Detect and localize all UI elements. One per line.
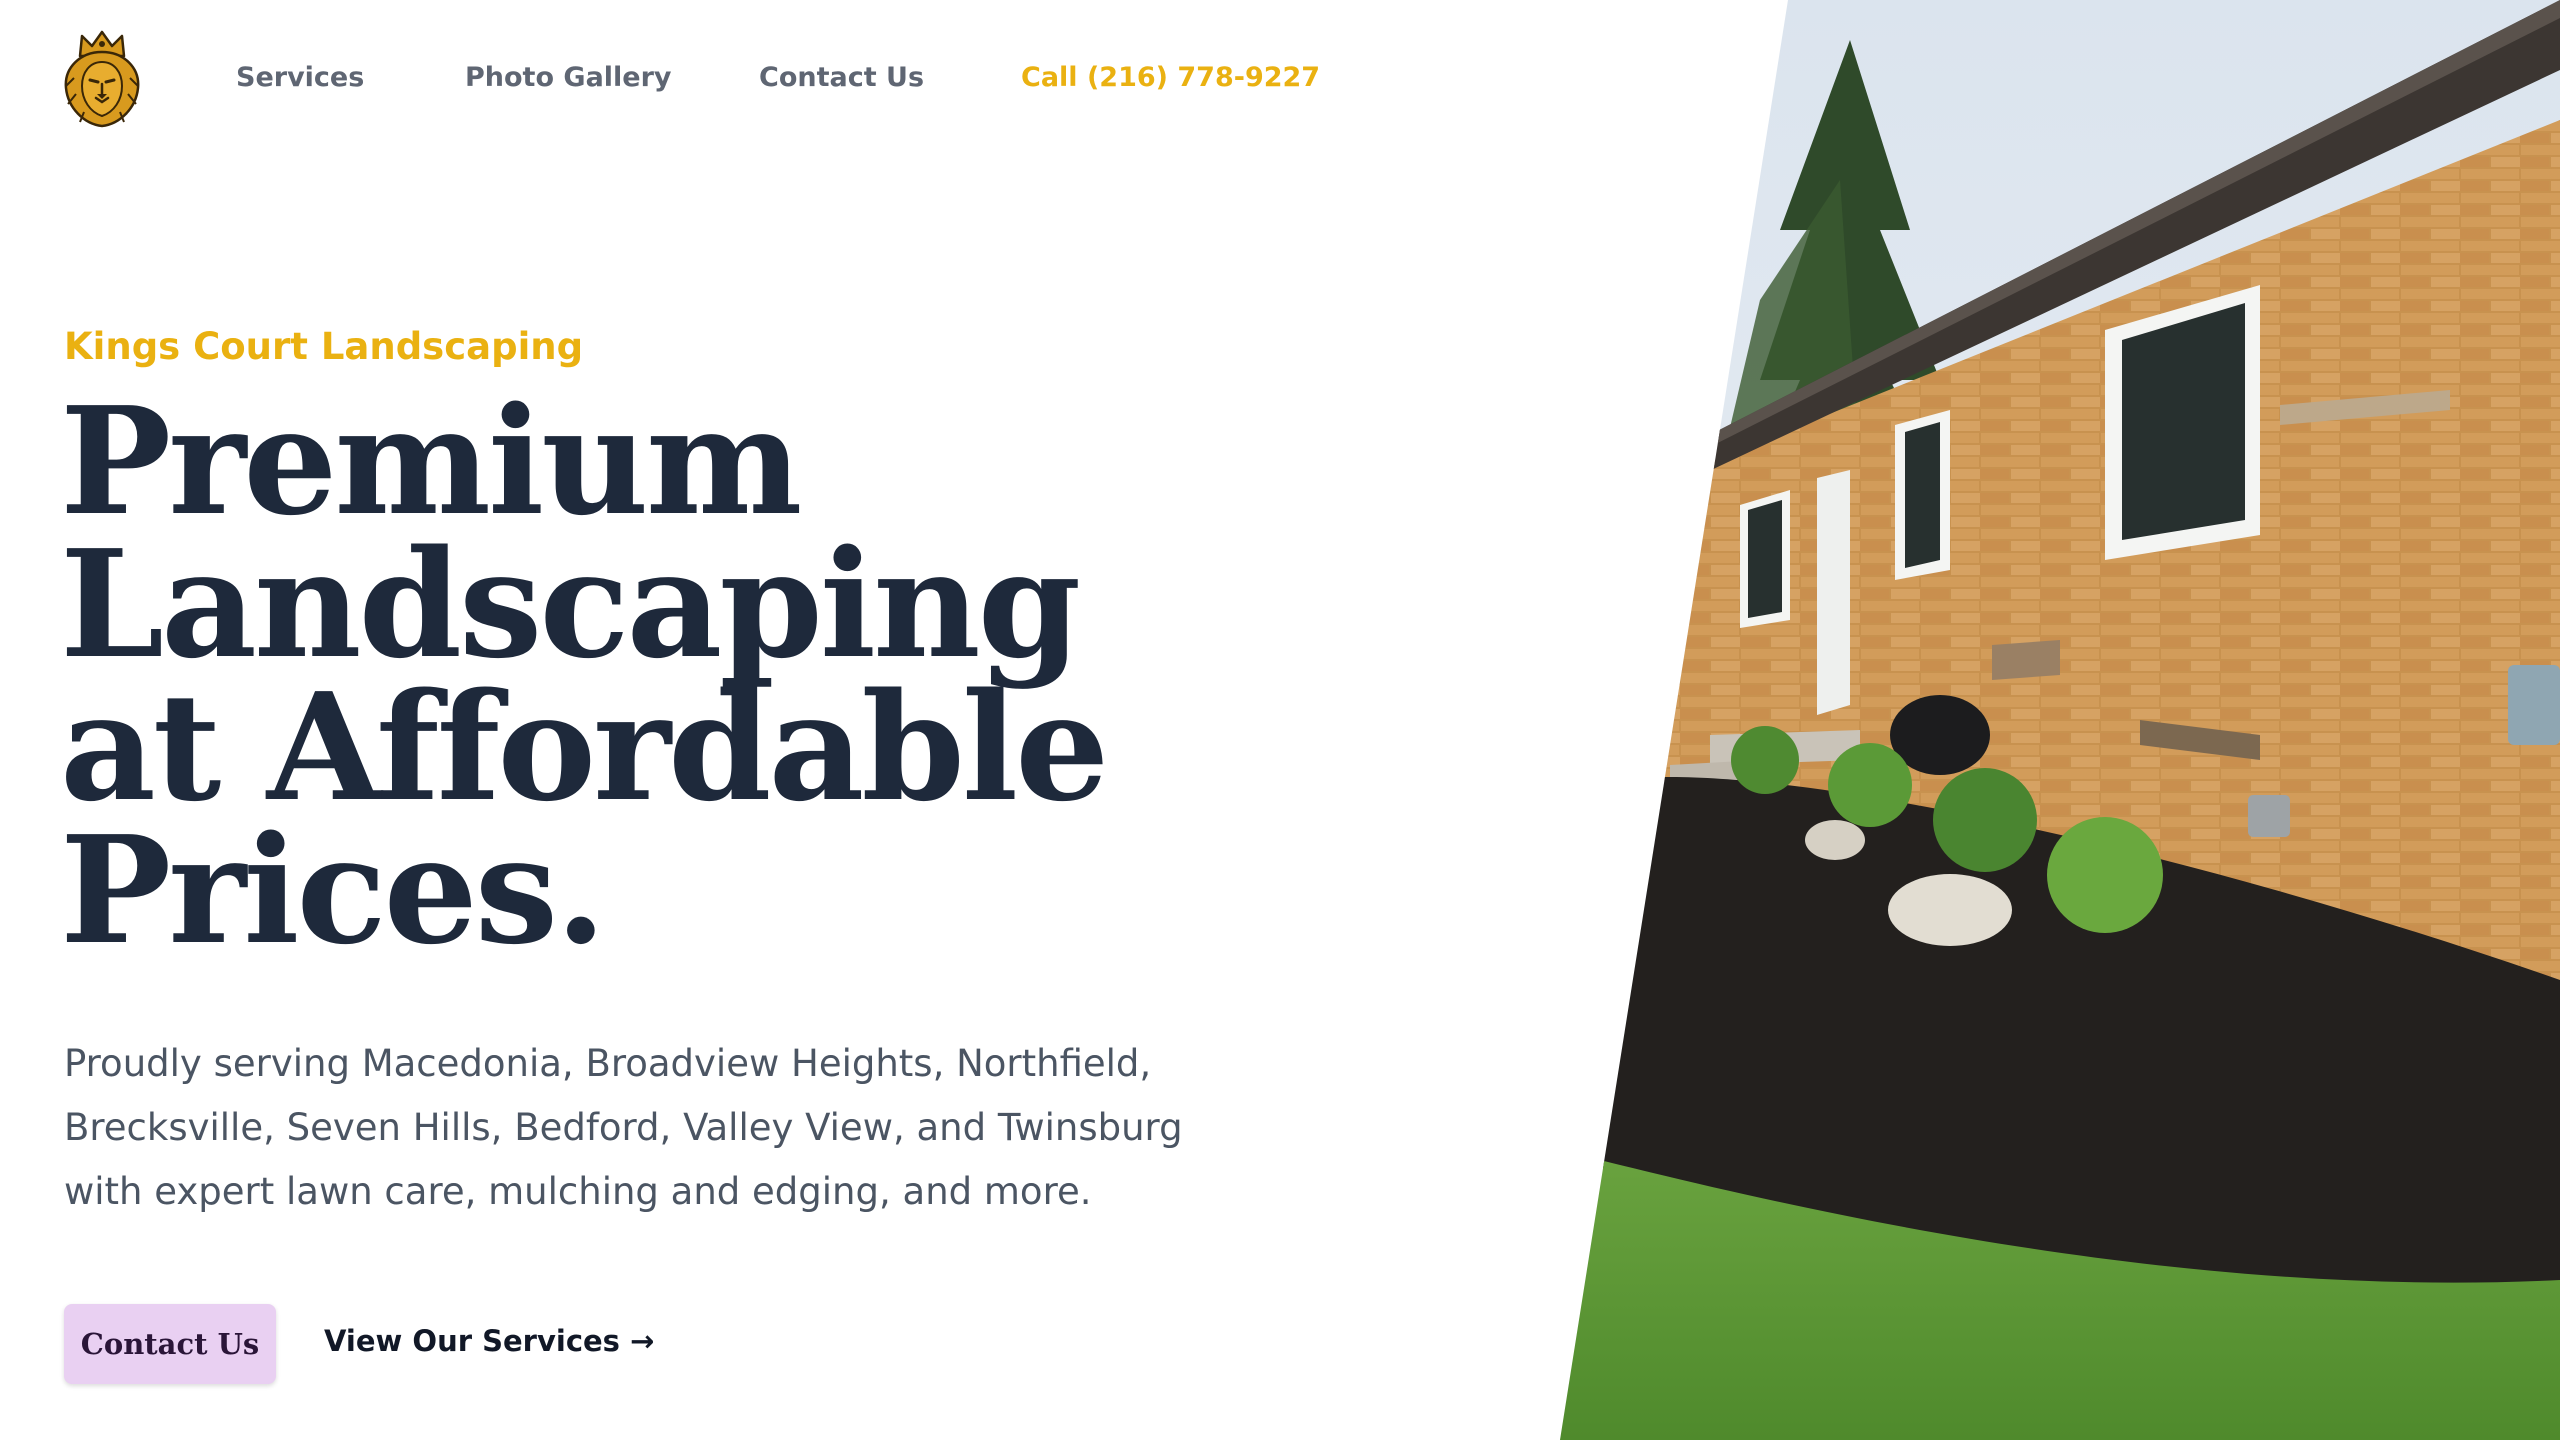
lion-crown-icon[interactable]: [62, 30, 142, 128]
contact-us-button[interactable]: Contact Us: [64, 1304, 276, 1384]
hero-description: Proudly serving Macedonia, Broadview Hei…: [64, 1042, 1183, 1213]
nav-contact-us[interactable]: Contact Us: [759, 62, 924, 93]
nav-call-phone[interactable]: Call (216) 778-9227: [1021, 62, 1320, 93]
hero-eyebrow: Kings Court Landscaping: [64, 325, 584, 368]
hero-headline: Premium Landscaping at Affordable Prices…: [60, 374, 1109, 977]
nav-photo-gallery[interactable]: Photo Gallery: [465, 62, 672, 93]
view-services-link[interactable]: View Our Services →: [324, 1324, 654, 1358]
nav-services[interactable]: Services: [236, 62, 364, 93]
hero-house-photo: [1560, 0, 2560, 1440]
